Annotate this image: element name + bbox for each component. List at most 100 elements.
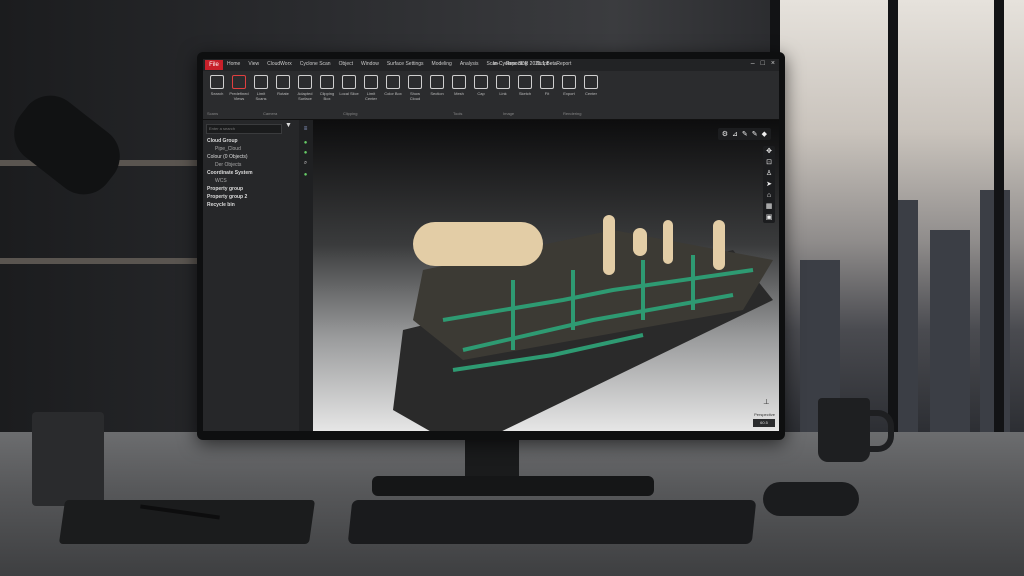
ribbon-button[interactable]: Adapted Surface <box>295 75 315 101</box>
search-icon[interactable]: ⌕ <box>302 160 309 166</box>
tree-item[interactable]: Colour (0 Objects) <box>207 154 248 160</box>
ribbon-icon <box>210 75 224 89</box>
ribbon-button-label: Export <box>563 91 575 96</box>
fit-icon[interactable]: ⊡ <box>763 157 775 168</box>
measure-icon[interactable]: ⊿ <box>732 130 738 138</box>
menu-tab[interactable]: Window <box>361 61 379 67</box>
pin-icon[interactable]: ✎ <box>742 130 748 138</box>
tree-item[interactable]: Pipe_Cloud <box>215 146 241 152</box>
ribbon-button[interactable]: Predefined Views <box>229 75 249 101</box>
tree-item[interactable]: Property group 2 <box>207 194 247 200</box>
home-icon[interactable]: ⌂ <box>763 190 775 201</box>
ribbon-button[interactable]: Mesh <box>449 75 469 96</box>
window-mullion <box>888 0 898 440</box>
tree-search-input[interactable]: Enter a search <box>206 124 282 134</box>
menu-tab[interactable]: Home <box>227 61 240 67</box>
ribbon-button-label: Adapted Surface <box>297 91 313 101</box>
ribbon-button[interactable]: Rotate <box>273 75 293 96</box>
menu-icon[interactable]: ≡ <box>302 126 309 132</box>
project-tree-panel: Enter a search ▼ Cloud Group Pipe_Cloud Co… <box>203 120 300 431</box>
ribbon-button-label: Cap <box>477 91 485 96</box>
settings-icon[interactable]: ⚙ <box>722 130 728 138</box>
window-controls: – □ × <box>751 60 775 67</box>
eye-icon[interactable]: ● <box>302 172 309 178</box>
ribbon-button[interactable]: Local Slice <box>339 75 359 96</box>
ribbon-button[interactable]: Section <box>427 75 447 96</box>
ribbon-group-label: Scans <box>207 111 219 116</box>
menu-tab[interactable]: CloudWorx <box>267 61 292 67</box>
ribbon-button-label: Predefined Views <box>229 91 249 101</box>
ribbon-button-label: Sketch <box>518 91 532 96</box>
viewport-toolbar: ⚙ ⊿ ✎ ✎ ◆ <box>717 128 771 140</box>
ribbon-icon <box>232 75 246 89</box>
zoom-value[interactable]: 60.5 <box>753 419 775 427</box>
shelf <box>0 258 200 264</box>
menu-tab[interactable]: Modeling <box>432 61 452 67</box>
ribbon-button[interactable]: Sketch <box>515 75 535 96</box>
ribbon-button[interactable]: Show Cloud <box>405 75 425 101</box>
edit-icon[interactable]: ✎ <box>752 130 758 138</box>
side-toolbar: ≡ ● ● ⌕ ● <box>299 120 313 431</box>
ribbon-icon <box>342 75 356 89</box>
ribbon-icon <box>562 75 576 89</box>
ribbon-icon <box>364 75 378 89</box>
ribbon-button[interactable]: Limit Center <box>361 75 381 101</box>
ribbon-button[interactable]: Link <box>493 75 513 96</box>
ribbon-icon <box>320 75 334 89</box>
projection-label: Perspective <box>754 412 775 417</box>
ribbon-button[interactable]: Fit <box>537 75 557 96</box>
cursor-icon[interactable]: ➤ <box>763 179 775 190</box>
ribbon-button[interactable]: Center <box>581 75 601 96</box>
vertical-vessel <box>603 215 615 275</box>
menu-tab[interactable]: Cyclone Scan <box>300 61 331 67</box>
grid-icon[interactable]: ▦ <box>763 201 775 212</box>
ribbon-icon <box>584 75 598 89</box>
ribbon-button[interactable]: Cap <box>471 75 491 96</box>
eye-icon[interactable]: ● <box>302 140 309 146</box>
menu-tab[interactable]: Analysis <box>460 61 479 67</box>
ribbon-button[interactable]: Search <box>207 75 227 96</box>
keyboard[interactable] <box>347 500 757 544</box>
mouse[interactable] <box>763 482 859 516</box>
move-icon[interactable]: ✥ <box>763 146 775 157</box>
monitor: File Home View CloudWorx Cyclone Scan Object… <box>197 52 785 440</box>
tree-item[interactable]: Property group <box>207 186 243 192</box>
filter-icon[interactable]: ▼ <box>285 122 292 129</box>
coffee-mug <box>818 398 870 462</box>
mug-handle <box>866 410 894 452</box>
ribbon-button[interactable]: Clipping Box <box>317 75 337 101</box>
cube-icon[interactable]: ◆ <box>762 130 767 138</box>
ribbon-button-label: Link <box>499 91 507 96</box>
menu-tab[interactable]: Surface Settings <box>387 61 424 67</box>
ribbon-button-label: Limit Center <box>364 91 377 101</box>
cube-icon[interactable]: ▣ <box>763 212 775 223</box>
ribbon-button-label: Rotate <box>277 91 289 96</box>
ribbon-icon <box>474 75 488 89</box>
menu-tab[interactable]: Object <box>339 61 353 67</box>
tree-item[interactable]: WCS <box>215 178 227 184</box>
ribbon-group-label: Image <box>503 111 515 116</box>
menu-tab[interactable]: View <box>248 61 259 67</box>
maximize-icon[interactable]: □ <box>761 60 765 67</box>
window-mullion <box>994 0 1004 440</box>
3d-viewport[interactable]: ⚙ ⊿ ✎ ✎ ◆ ✥ ⊡ ♙ ➤ ⌂ ▦ ▣ ⟂ Perspective 60… <box>313 120 779 431</box>
ribbon-group-label: Tools <box>453 111 463 116</box>
ribbon-button-label: Center <box>584 91 597 96</box>
menu-tab[interactable]: Report <box>556 61 571 67</box>
ribbon-button[interactable]: Export <box>559 75 579 96</box>
close-icon[interactable]: × <box>771 60 775 67</box>
tree-item[interactable]: Der Objects <box>215 162 241 168</box>
minimize-icon[interactable]: – <box>751 60 755 67</box>
ribbon-button-label: Color Box <box>384 91 402 96</box>
tree-item[interactable]: Coordinate System <box>207 170 253 176</box>
tree-item[interactable]: Cloud Group <box>207 138 238 144</box>
eye-icon[interactable]: ● <box>302 150 309 156</box>
ribbon-button[interactable]: Limit Scans <box>251 75 271 101</box>
file-menu-button[interactable]: File <box>205 60 223 70</box>
tree-item[interactable]: Recycle bin <box>207 202 235 208</box>
ribbon-button[interactable]: Color Box <box>383 75 403 96</box>
ribbon-icon <box>518 75 532 89</box>
notebook <box>58 500 316 544</box>
ribbon-icon <box>452 75 466 89</box>
person-icon[interactable]: ♙ <box>763 168 775 179</box>
